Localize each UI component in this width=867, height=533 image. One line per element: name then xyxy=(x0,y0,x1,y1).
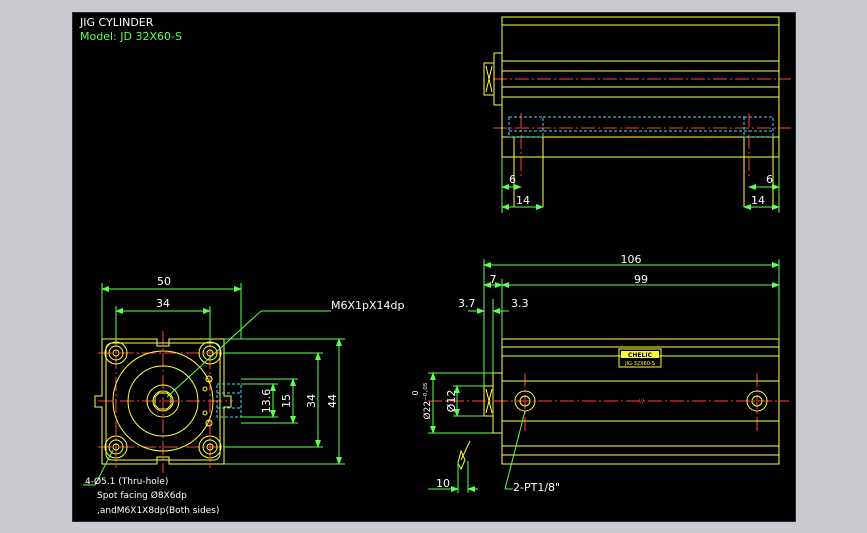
dim-3-3: 3.3 xyxy=(511,297,529,310)
brand-plate: CHELIC JIG-32X60-S xyxy=(618,348,662,368)
thread-callout: M6X1pX14dp xyxy=(331,299,405,312)
drawing-title: JIG CYLINDER xyxy=(80,16,154,29)
dim-6-right: 6 xyxy=(766,173,773,186)
title-block: JIG CYLINDER Model: JD 32X60-S xyxy=(80,16,182,44)
note-line-1: 4-Ø5.1 (Thru-hole) xyxy=(85,476,168,487)
dim-3-7: 3.7 xyxy=(458,297,476,310)
dim-rod-12: Ø12 xyxy=(445,390,458,413)
centerline-mark: /// xyxy=(638,398,645,405)
dim-6-left: 6 xyxy=(509,173,516,186)
port-callout: 2-PT1/8" xyxy=(513,481,560,494)
brand-label: CHELIC xyxy=(628,352,653,359)
dim-14-right: 14 xyxy=(751,194,765,207)
note-line-2: Spot facing Ø8X6dp xyxy=(97,490,187,501)
cad-drawing: 6 14 6 14 50 34 M6X1pX14dp 13.6 15 34 44… xyxy=(83,16,791,516)
drawing-canvas: 6 14 6 14 50 34 M6X1pX14dp 13.6 15 34 44… xyxy=(72,12,796,522)
dim-rod-tol: 0 xyxy=(411,390,420,395)
front-view: 50 34 M6X1pX14dp 13.6 15 34 44 4-Ø5.1 (T… xyxy=(83,275,405,516)
dim-34: 34 xyxy=(156,297,170,310)
dim-7: 7 xyxy=(490,273,497,286)
dim-13-6: 13.6 xyxy=(260,389,273,414)
model-label: Model: JD 32X60-S xyxy=(80,30,182,43)
dim-50: 50 xyxy=(157,275,171,288)
dim-99: 99 xyxy=(634,273,648,286)
dim-106: 106 xyxy=(621,253,642,266)
dim-15: 15 xyxy=(280,394,293,408)
top-view: 6 14 6 14 xyxy=(483,16,791,213)
side-view: CHELIC JIG-32X60-S /// 106 7 99 3.7 3.3 … xyxy=(411,253,789,494)
dim-rod-22: Ø22⁻⁰·⁰⁵ xyxy=(422,382,433,419)
dim-44-vertical: 44 xyxy=(326,394,339,408)
dim-10: 10 xyxy=(436,477,450,490)
brand-sub: JIG-32X60-S xyxy=(624,361,655,367)
dim-34-vertical: 34 xyxy=(305,394,318,408)
note-line-3: ,andM6X1X8dp(Both sides) xyxy=(97,506,219,516)
dim-14-left: 14 xyxy=(516,194,530,207)
